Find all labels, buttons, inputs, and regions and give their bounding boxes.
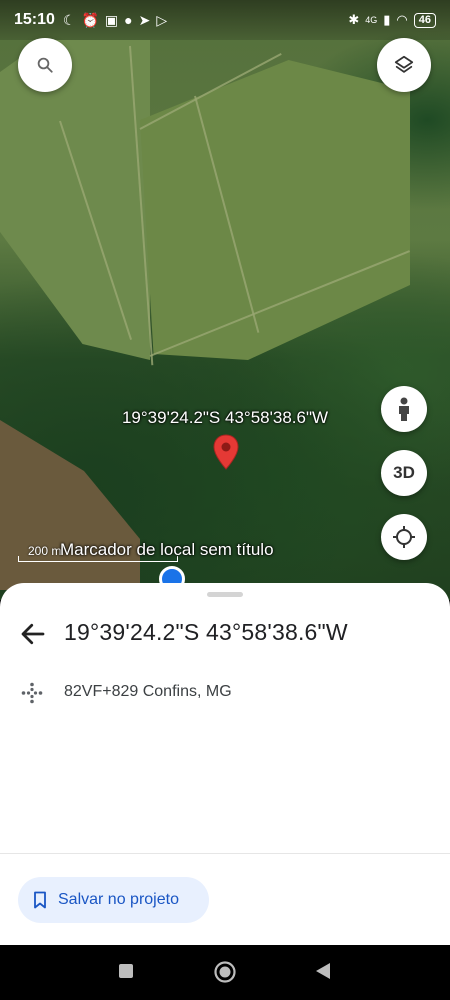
layers-button[interactable] xyxy=(377,38,431,92)
nfc-icon: ▣ xyxy=(104,11,119,28)
play-icon: ▷ xyxy=(156,11,168,28)
search-icon xyxy=(37,57,53,73)
save-to-project-button[interactable]: Salvar no projeto xyxy=(18,877,209,923)
divider xyxy=(0,853,450,854)
recents-icon[interactable] xyxy=(117,962,135,980)
crosshair-icon xyxy=(393,526,415,548)
signal-icon: ▮ xyxy=(383,12,391,27)
notification-icons: ☾ ⏰ ▣ ● ➤ ▷ xyxy=(63,12,167,29)
system-icons: ✱ 4G ▮ ◠ 46 xyxy=(348,12,436,28)
bluetooth-icon: ✱ xyxy=(348,12,360,27)
bookmark-icon xyxy=(34,891,46,909)
map-field xyxy=(0,420,140,590)
layers-icon xyxy=(394,55,414,73)
moon-icon: ☾ xyxy=(62,11,76,28)
plus-code-icon xyxy=(21,682,43,704)
system-nav-bar xyxy=(0,945,450,1000)
chat-icon: ● xyxy=(124,11,133,28)
location-pin-icon[interactable] xyxy=(213,434,239,470)
map-coordinates-label: 19°39'24.2"S 43°58'38.6"W xyxy=(121,408,329,427)
three-d-label: 3D xyxy=(393,463,415,482)
battery-icon: 46 xyxy=(413,12,436,28)
status-time: 15:10 xyxy=(14,11,55,28)
wifi-icon: ◠ xyxy=(396,12,408,27)
status-bar: 15:10 ☾ ⏰ ▣ ● ➤ ▷ ✱ 4G ▮ ◠ 46 xyxy=(0,0,450,40)
map-field xyxy=(0,40,150,360)
three-d-button[interactable]: 3D xyxy=(381,450,427,496)
home-icon[interactable] xyxy=(213,960,237,984)
alarm-icon: ⏰ xyxy=(81,11,99,28)
plus-code-text: 82VF+829 Confins, MG xyxy=(64,683,232,700)
back-arrow-icon[interactable] xyxy=(18,619,48,649)
save-label: Salvar no projeto xyxy=(58,891,179,908)
back-nav-icon[interactable] xyxy=(314,962,332,980)
place-title: 19°39'24.2"S 43°58'38.6"W xyxy=(64,619,348,645)
search-button[interactable] xyxy=(18,38,72,92)
telegram-icon: ➤ xyxy=(138,11,151,28)
my-location-button[interactable] xyxy=(381,514,427,560)
place-bottom-sheet: 19°39'24.2"S 43°58'38.6"W 82VF+829 Confi… xyxy=(0,583,450,945)
satellite-map[interactable] xyxy=(0,0,450,600)
marker-label: Marcador de local sem título xyxy=(60,540,274,559)
sheet-drag-handle[interactable] xyxy=(207,592,243,597)
network-type: 4G xyxy=(365,15,378,25)
